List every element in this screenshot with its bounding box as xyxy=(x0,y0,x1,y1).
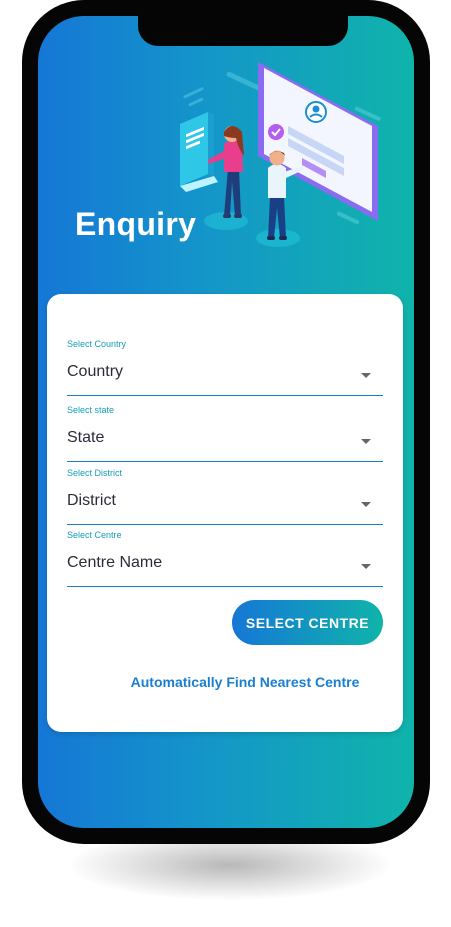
centre-value: Centre Name xyxy=(67,554,163,571)
phone-frame: Enquiry Select Country Country Select st… xyxy=(22,0,430,844)
district-value: District xyxy=(67,492,116,509)
chevron-down-icon xyxy=(361,564,371,569)
state-value: State xyxy=(67,429,105,446)
select-centre-button[interactable]: SELECT CENTRE xyxy=(232,600,383,645)
app-screen: Enquiry Select Country Country Select st… xyxy=(38,16,414,828)
enquiry-form-card: Select Country Country Select state Stat… xyxy=(47,294,403,732)
centre-field: Select Centre Centre Name xyxy=(67,530,383,592)
find-nearest-centre-link[interactable]: Automatically Find Nearest Centre xyxy=(47,674,414,690)
chevron-down-icon xyxy=(361,373,371,378)
state-field: Select state State xyxy=(67,405,383,467)
country-value: Country xyxy=(67,363,124,380)
state-label: Select state xyxy=(67,405,115,415)
centre-label: Select Centre xyxy=(67,530,122,540)
chevron-down-icon xyxy=(361,502,371,507)
district-dropdown[interactable]: District xyxy=(67,488,383,525)
district-field: Select District District xyxy=(67,468,383,530)
country-label: Select Country xyxy=(67,339,127,349)
district-label: Select District xyxy=(67,468,123,478)
country-dropdown[interactable]: Country xyxy=(67,359,383,396)
state-dropdown[interactable]: State xyxy=(67,425,383,462)
phone-notch xyxy=(138,16,348,46)
centre-dropdown[interactable]: Centre Name xyxy=(67,550,383,587)
page-title: Enquiry xyxy=(75,206,197,242)
country-field: Select Country Country xyxy=(67,339,383,401)
chevron-down-icon xyxy=(361,439,371,444)
